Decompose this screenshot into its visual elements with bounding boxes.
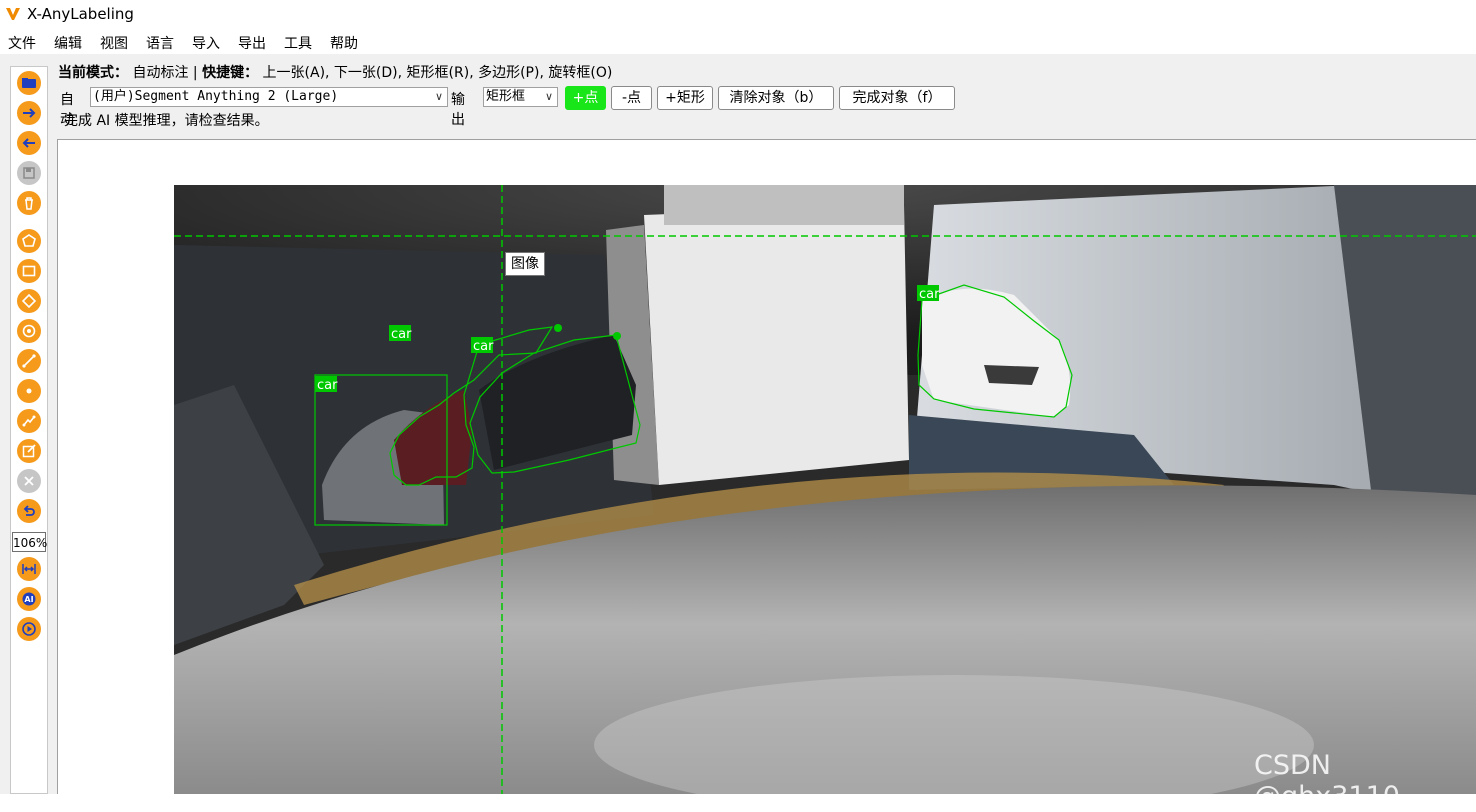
model-select[interactable]: (用户)Segment Anything 2 (Large) ∨ [90, 87, 448, 107]
app-logo-icon [6, 8, 20, 20]
mode-separator: | [192, 65, 198, 81]
menu-bar: 文件 编辑 视图 语言 导入 导出 工具 帮助 [0, 30, 1476, 54]
chevron-down-icon: ∨ [544, 90, 553, 103]
undo-icon[interactable] [17, 499, 41, 523]
annotation-label: car [919, 287, 940, 302]
clear-object-button[interactable]: 清除对象（b） [718, 86, 834, 110]
point-icon[interactable] [17, 379, 41, 403]
remove-point-button[interactable]: -点 [611, 86, 652, 110]
line-icon[interactable] [17, 349, 41, 373]
mode-value: 自动标注 [132, 65, 189, 81]
status-message: 完成 AI 模型推理，请检查结果。 [64, 113, 269, 129]
menu-export[interactable]: 导出 [238, 33, 266, 53]
menu-tools[interactable]: 工具 [284, 33, 312, 53]
rectangle-icon[interactable] [17, 259, 41, 283]
left-toolbar: 106% AI [10, 66, 48, 794]
annotation-label: car [391, 327, 412, 342]
zoom-level-input[interactable]: 106% [12, 532, 47, 552]
output-select[interactable]: 矩形框 ∨ [483, 87, 558, 107]
menu-view[interactable]: 视图 [100, 33, 128, 53]
parking-garage-image: car car car car [174, 185, 1476, 794]
save-icon[interactable] [17, 161, 41, 185]
window-title: X-AnyLabeling [27, 5, 134, 23]
model-select-value: (用户)Segment Anything 2 (Large) [93, 89, 339, 104]
image-canvas[interactable]: car car car car [174, 185, 1476, 794]
svg-text:AI: AI [24, 595, 33, 604]
menu-edit[interactable]: 编辑 [54, 33, 82, 53]
polygon-icon[interactable] [17, 229, 41, 253]
add-rect-button[interactable]: +矩形 [657, 86, 713, 110]
watermark: CSDN @ghx3110 [1254, 750, 1400, 812]
delete-icon[interactable] [17, 191, 41, 215]
annotation-vertex[interactable] [613, 332, 621, 340]
shortcuts-label: 快捷键： [202, 65, 259, 81]
mode-label: 当前模式： [58, 65, 128, 81]
linestrip-icon[interactable] [17, 409, 41, 433]
ai-icon[interactable]: AI [17, 587, 41, 611]
menu-file[interactable]: 文件 [8, 33, 36, 53]
mode-line: 当前模式： 自动标注 | 快捷键： 上一张(A), 下一张(D), 矩形框(R)… [58, 62, 612, 82]
annotation-label: car [473, 339, 494, 354]
finish-object-button[interactable]: 完成对象（f） [839, 86, 955, 110]
add-point-button[interactable]: +点 [565, 86, 606, 110]
output-label: 输出 [451, 92, 465, 128]
close-icon[interactable] [17, 469, 41, 493]
open-folder-icon[interactable] [17, 71, 41, 95]
menu-import[interactable]: 导入 [192, 33, 220, 53]
prev-image-icon[interactable] [17, 131, 41, 155]
circle-icon[interactable] [17, 319, 41, 343]
tooltip: 图像 [505, 252, 545, 276]
menu-help[interactable]: 帮助 [330, 33, 358, 53]
next-image-icon[interactable] [17, 101, 41, 125]
annotation-vertex[interactable] [554, 324, 562, 332]
title-bar: X-AnyLabeling [0, 0, 1476, 30]
rotation-icon[interactable] [17, 289, 41, 313]
run-icon[interactable] [17, 617, 41, 641]
edit-icon[interactable] [17, 439, 41, 463]
shortcuts-text: 上一张(A), 下一张(D), 矩形框(R), 多边形(P), 旋转框(O) [262, 65, 613, 81]
fit-width-icon[interactable] [17, 557, 41, 581]
annotation-label: car [317, 378, 338, 393]
output-select-value: 矩形框 [486, 89, 526, 104]
chevron-down-icon: ∨ [434, 90, 443, 103]
menu-language[interactable]: 语言 [146, 33, 174, 53]
